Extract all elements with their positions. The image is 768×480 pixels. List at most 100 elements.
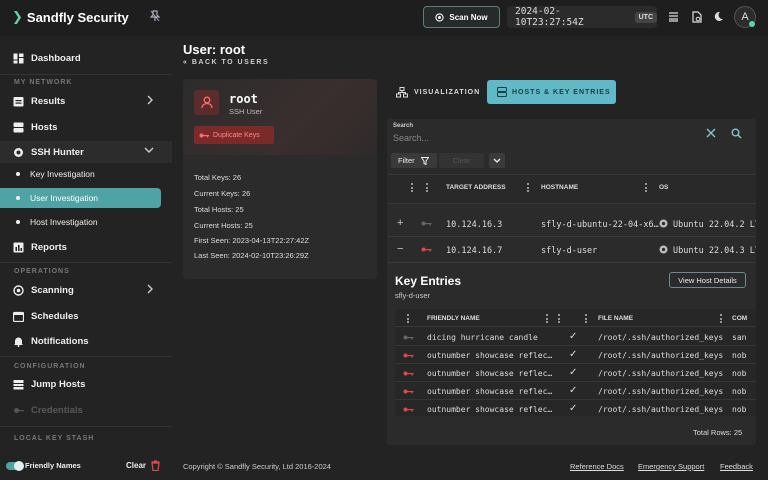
column-header-target-address[interactable]: TARGET ADDRESS — [446, 184, 506, 191]
search-input[interactable] — [393, 132, 693, 144]
ssh-hunter-icon — [14, 147, 23, 157]
key-entry-row[interactable]: outnumber showcase reflec… ✓ /root/.ssh/… — [395, 400, 756, 416]
bell-icon — [14, 337, 23, 347]
key-entry-row[interactable]: outnumber showcase reflec… ✓ /root/.ssh/… — [395, 346, 756, 364]
duplicate-keys-badge: Duplicate Keys — [194, 126, 274, 144]
key-entry-row[interactable]: dicing hurricane candle ✓ /root/.ssh/aut… — [395, 328, 756, 346]
key-icon — [403, 334, 414, 341]
comment: nob — [732, 351, 747, 360]
dark-mode-icon[interactable] — [713, 11, 724, 22]
toggle-knob[interactable] — [14, 461, 24, 471]
logo[interactable]: ❯ Sandfly Security — [12, 9, 129, 25]
sidebar-item-results[interactable]: Results — [0, 90, 172, 112]
tab-visualization[interactable]: VISUALIZATION — [390, 80, 482, 104]
file-name: /root/.ssh/authorized_keys — [598, 387, 724, 396]
duplicate-key-icon — [403, 388, 414, 395]
close-icon[interactable] — [706, 128, 716, 138]
target-address[interactable]: 10.124.16.3 — [446, 220, 502, 230]
comment: nob — [732, 369, 747, 378]
scan-now-button[interactable]: Scan Now — [423, 6, 500, 28]
sidebar-subitem-user-investigation[interactable]: User Investigation — [0, 188, 161, 208]
collapse-row-button[interactable]: − — [397, 243, 403, 255]
stat-current-hosts: Current Hosts: 25 — [194, 221, 253, 230]
tab-hosts-key-entries[interactable]: HOSTS & KEY ENTRIES — [487, 80, 616, 104]
feedback-link[interactable]: Feedback — [720, 462, 753, 471]
avatar-letter: A — [741, 11, 749, 23]
sidebar-item-reports[interactable]: Reports — [0, 236, 172, 258]
emergency-support-link[interactable]: Emergency Support — [638, 462, 704, 471]
file-name: /root/.ssh/authorized_keys — [598, 351, 724, 360]
search-icon[interactable] — [731, 128, 742, 139]
sidebar-item-notifications[interactable]: Notifications — [0, 330, 172, 352]
tab-label: VISUALIZATION — [414, 88, 481, 96]
column-menu-icon[interactable] — [558, 314, 561, 325]
list-icon[interactable] — [668, 11, 679, 22]
column-header-file-name[interactable]: FILE NAME — [598, 315, 633, 322]
column-menu-icon[interactable] — [411, 183, 414, 194]
chevron-down-icon — [493, 158, 501, 163]
timezone-badge[interactable]: UTC — [634, 11, 657, 23]
host-row[interactable]: + 10.124.16.3 sfly-d-ubuntu-22-04-x6… Ub… — [387, 211, 756, 237]
target-address[interactable]: 10.124.16.7 — [446, 246, 502, 256]
copyright: Copyright © Sandfly Security, Ltd 2016-2… — [183, 462, 331, 471]
section-configuration: CONFIGURATION — [14, 363, 86, 370]
column-header-comment[interactable]: COM — [732, 315, 747, 322]
view-host-details-button[interactable]: View Host Details — [669, 272, 746, 288]
file-name: /root/.ssh/authorized_keys — [598, 405, 724, 414]
sidebar-subitem-key-investigation[interactable]: Key Investigation — [0, 164, 172, 184]
user-name: root — [229, 92, 258, 106]
sidebar-item-label: Hosts — [31, 121, 58, 133]
column-menu-icon[interactable] — [426, 183, 429, 194]
duplicate-key-icon — [403, 352, 414, 359]
stat-current-keys: Current Keys: 26 — [194, 189, 251, 198]
scanning-icon — [13, 284, 24, 296]
sidebar-item-label: Notifications — [31, 335, 89, 347]
sidebar-subitem-host-investigation[interactable]: Host Investigation — [0, 212, 172, 232]
user-summary-card: root SSH User Duplicate Keys Total Keys:… — [183, 79, 377, 279]
results-icon — [13, 96, 24, 106]
bullet-icon — [16, 172, 20, 176]
clear-filter-button[interactable]: Clear — [439, 153, 484, 168]
expand-filters-button[interactable] — [489, 153, 505, 168]
sidebar-item-jump-hosts[interactable]: Jump Hosts — [0, 373, 172, 395]
sidebar-item-hosts[interactable]: Hosts — [0, 116, 172, 138]
tab-label: HOSTS & KEY ENTRIES — [512, 88, 611, 96]
sidebar-item-dashboard[interactable]: Dashboard — [0, 47, 172, 69]
clear-stash-button[interactable]: Clear — [126, 461, 146, 470]
os-icon — [659, 219, 668, 228]
column-menu-icon[interactable] — [720, 314, 723, 325]
reference-docs-link[interactable]: Reference Docs — [570, 462, 624, 471]
divider — [0, 74, 172, 75]
column-menu-icon[interactable] — [407, 314, 410, 325]
column-menu-icon[interactable] — [527, 183, 530, 194]
expand-row-button[interactable]: + — [397, 217, 403, 229]
trash-icon[interactable] — [151, 460, 160, 471]
key-entry-row[interactable]: outnumber showcase reflec… ✓ /root/.ssh/… — [395, 382, 756, 400]
friendly-name: outnumber showcase reflec… — [427, 351, 553, 360]
filter-button[interactable]: Filter — [391, 153, 437, 168]
column-header-os[interactable]: OS — [659, 184, 668, 191]
column-header-hostname[interactable]: HOSTNAME — [541, 184, 578, 191]
column-header-friendly-name[interactable]: FRIENDLY NAME — [427, 315, 480, 322]
column-menu-icon[interactable] — [546, 314, 549, 325]
document-icon[interactable] — [691, 11, 702, 23]
sidebar-item-credentials[interactable]: Credentials — [0, 399, 172, 421]
user-subtitle: SSH User — [229, 107, 263, 116]
badge-label: Duplicate Keys — [213, 131, 260, 139]
key-entry-row[interactable]: outnumber showcase reflec… ✓ /root/.ssh/… — [395, 364, 756, 382]
sidebar-item-ssh-hunter[interactable]: SSH Hunter — [0, 141, 172, 163]
column-menu-icon[interactable] — [585, 314, 588, 325]
back-to-users-link[interactable]: « BACK TO USERS — [183, 59, 269, 66]
sidebar-item-schedules[interactable]: Schedules — [0, 305, 172, 327]
filter-label: Filter — [398, 156, 415, 165]
pin-icon[interactable] — [150, 10, 160, 22]
os-name: Ubuntu 22.04.2 LTS — [673, 220, 756, 230]
subitem-label: Key Investigation — [30, 169, 95, 179]
check-icon: ✓ — [569, 367, 578, 378]
column-menu-icon[interactable] — [645, 183, 648, 194]
sidebar-item-label: Scanning — [31, 284, 74, 296]
clock-time: 2024-02-10T23:27:54Z — [515, 6, 584, 28]
host-row[interactable]: − 10.124.16.7 sfly-d-user Ubuntu 22.04.3… — [387, 237, 756, 263]
sidebar-item-scanning[interactable]: Scanning — [0, 279, 172, 301]
scan-now-label: Scan Now — [449, 12, 488, 22]
